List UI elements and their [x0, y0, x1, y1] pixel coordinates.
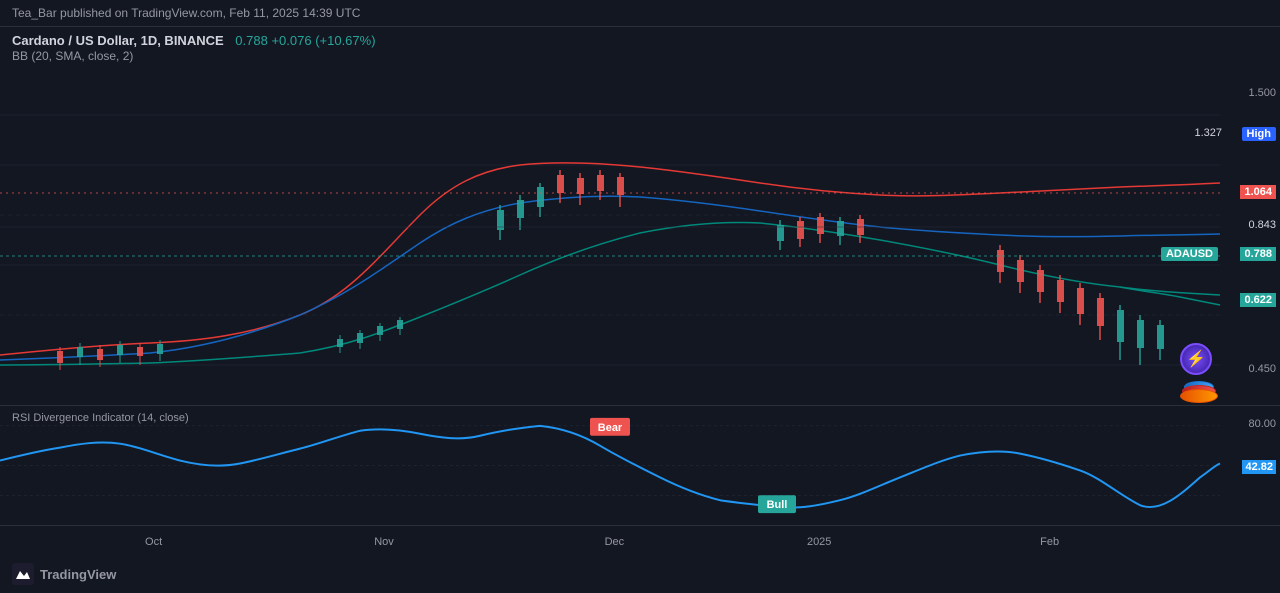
x-label-oct: Oct: [145, 536, 162, 548]
symbol-label: Cardano / US Dollar, 1D, BINANCE: [12, 33, 224, 48]
x-label-2025: 2025: [807, 536, 831, 548]
svg-text:Bull: Bull: [767, 499, 788, 511]
price-0843: 0.843: [1248, 219, 1276, 231]
x-label-nov: Nov: [374, 536, 394, 548]
price-0788: 0.788: [1240, 247, 1276, 261]
tradingview-logo: TradingView: [12, 563, 116, 585]
rsi-label: RSI Divergence Indicator (14, close): [12, 412, 189, 424]
lightning-icon[interactable]: ⚡: [1180, 343, 1212, 375]
adausd-label: ADAUSD: [1161, 247, 1218, 261]
price-0622: 0.622: [1240, 293, 1276, 307]
indicator-label: BB (20, SMA, close, 2): [12, 49, 133, 63]
price-1500: 1.500: [1248, 87, 1276, 99]
price-1064: 1.064: [1240, 185, 1276, 199]
published-info: Tea_Bar published on TradingView.com, Fe…: [12, 6, 360, 20]
price-display: 0.788 +0.076 (+10.67%): [235, 33, 375, 48]
main-chart: 1.500 High 1.327 1.064 0.843 ADAUSD 0.78…: [0, 65, 1280, 405]
price-change-value: +0.076 (+10.67%): [271, 33, 375, 48]
chart-info: Cardano / US Dollar, 1D, BINANCE 0.788 +…: [0, 27, 1280, 65]
price-1327: 1.327: [1194, 127, 1222, 139]
price-axis: 1.500 High 1.327 1.064 0.843 ADAUSD 0.78…: [1220, 65, 1280, 405]
x-label-feb: Feb: [1040, 536, 1059, 548]
x-label-dec: Dec: [605, 536, 625, 548]
x-axis: Oct Nov Dec 2025 Feb: [0, 525, 1280, 557]
rsi-svg: Bear Bull: [0, 406, 1280, 525]
header-bar: Tea_Bar published on TradingView.com, Fe…: [0, 0, 1280, 27]
rsi-value: 42.82: [1242, 460, 1276, 474]
indicator-icons: ⚡: [1180, 343, 1212, 375]
chart-container: Tea_Bar published on TradingView.com, Fe…: [0, 0, 1280, 593]
tradingview-text: TradingView: [40, 567, 116, 582]
high-label: High: [1242, 127, 1276, 141]
rsi-chart: RSI Divergence Indicator (14, close) Bea…: [0, 405, 1280, 525]
rsi-level80: 80.00: [1248, 418, 1276, 430]
main-chart-svg: [0, 65, 1280, 405]
current-price: 0.788: [235, 33, 268, 48]
price-0450: 0.450: [1248, 363, 1276, 375]
coin-stack-icon: [1180, 381, 1218, 405]
tv-icon: [12, 563, 34, 585]
svg-text:Bear: Bear: [598, 422, 623, 434]
